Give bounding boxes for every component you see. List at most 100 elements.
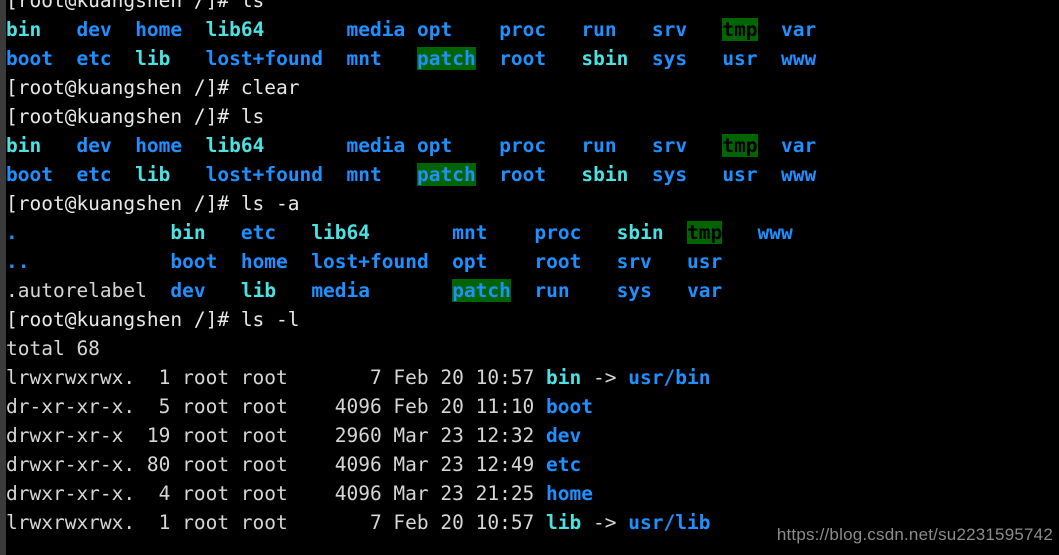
shell-prompt: [root@kuangshen /]# (6, 192, 241, 215)
terminal-command-line: [root@kuangshen /]# ls -l (6, 305, 1059, 334)
ls-long-row: drwxr-xr-x. 80 root root 4096 Mar 23 12:… (6, 450, 1059, 479)
ls-entry: boot (6, 47, 53, 70)
ls-entry: tmp (722, 134, 758, 157)
ls-entry: var (687, 279, 723, 302)
ls-entry: dev (76, 18, 112, 41)
ls-long-name: etc (546, 453, 582, 476)
ls-long-row: drwxr-xr-x. 4 root root 4096 Mar 23 21:2… (6, 479, 1059, 508)
ls-entry: boot (170, 250, 218, 273)
ls-entry: lib64 (311, 221, 371, 244)
ls-entry: mnt (452, 221, 488, 244)
ls-entry: lost+found (205, 163, 324, 186)
ls-entry: www (781, 47, 817, 70)
ls-entry: sys (616, 279, 652, 302)
ls-entry: lost+found (205, 47, 324, 70)
ls-entry: usr (722, 47, 758, 70)
ls-long-meta: drwxr-xr-x 19 root root 2960 Mar 23 12:3… (6, 424, 547, 447)
ls-entry: lib64 (205, 134, 265, 157)
ls-entry: bin (170, 221, 206, 244)
ls-entry: etc (76, 47, 112, 70)
ls-entry: etc (76, 163, 112, 186)
ls-long-meta: lrwxrwxrwx. 1 root root 7 Feb 20 10:57 (6, 511, 547, 534)
ls-long-meta: drwxr-xr-x. 80 root root 4096 Mar 23 12:… (6, 453, 547, 476)
ls-long-meta: dr-xr-xr-x. 5 root root 4096 Feb 20 11:1… (6, 395, 547, 418)
ls-entry: mnt (346, 47, 382, 70)
ls-entry: etc (240, 221, 277, 244)
ls-entry: proc (499, 18, 547, 41)
terminal-output-line: total 68 (6, 334, 1059, 363)
ls-long-name: dev (546, 424, 582, 447)
ls-long-name: home (546, 482, 594, 505)
command-text: clear (240, 76, 300, 99)
ls-entry: root (534, 250, 582, 273)
terminal-scrollbar[interactable] (0, 0, 6, 555)
shell-prompt: [root@kuangshen /]# (6, 0, 241, 12)
ls-entry: tmp (722, 18, 758, 41)
ls-output-row: .. boot home lost+found opt root srv usr (6, 247, 1059, 276)
ls-entry: patch (417, 47, 476, 70)
ls-entry: lost+found (311, 250, 429, 273)
ls-long-row: drwxr-xr-x 19 root root 2960 Mar 23 12:3… (6, 421, 1059, 450)
ls-entry: run (581, 134, 617, 157)
command-text: ls (240, 105, 265, 128)
ls-entry: root (499, 47, 547, 70)
ls-entry: usr (722, 163, 758, 186)
ls-entry: srv (616, 250, 652, 273)
ls-entry: usr (687, 250, 723, 273)
ls-entry: lib (240, 279, 277, 302)
ls-long-row: lrwxrwxrwx. 1 root root 7 Feb 20 10:57 l… (6, 508, 1059, 537)
ls-entry: bin (6, 18, 42, 41)
ls-output-row: boot etc lib lost+found mnt patch root s… (6, 160, 1059, 189)
terminal-screen[interactable]: [root@kuangshen /]# ls bin dev home lib64… (6, 0, 1059, 537)
symlink-target: usr/lib (628, 511, 711, 534)
ls-entry: sys (651, 47, 688, 70)
ls-entry: . (6, 221, 18, 244)
ls-entry: media (311, 279, 371, 302)
ls-entry: lib64 (205, 18, 265, 41)
ls-entry: patch (417, 163, 476, 186)
ls-entry: home (135, 18, 183, 41)
ls-entry: boot (6, 163, 53, 186)
ls-entry: sbin (616, 221, 664, 244)
ls-entry: sys (651, 163, 688, 186)
ls-entry: bin (6, 134, 42, 157)
ls-long-meta: lrwxrwxrwx. 1 root root 7 Feb 20 10:57 (6, 366, 547, 389)
terminal-window[interactable]: [root@kuangshen /]# ls bin dev home lib64… (0, 0, 1059, 555)
ls-long-name: bin (546, 366, 582, 389)
ls-long-name: boot (546, 395, 594, 418)
ls-entry: proc (534, 221, 582, 244)
